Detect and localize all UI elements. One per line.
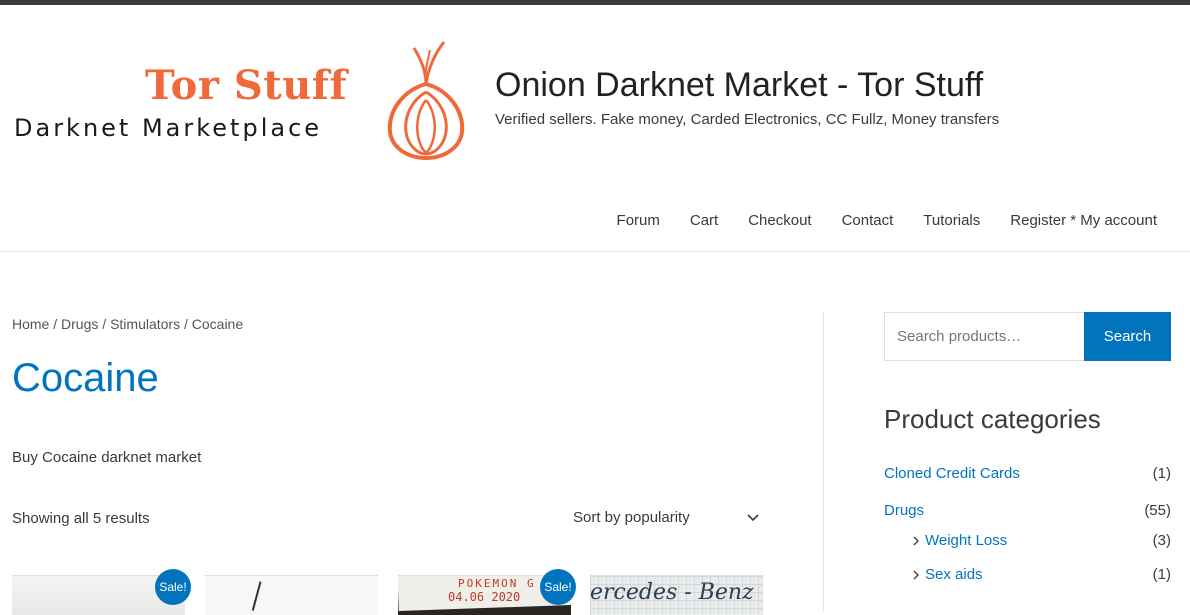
category-count: (3) [1152,532,1171,549]
category-link-drugs[interactable]: Drugs [884,502,924,519]
nav-register-my-account[interactable]: Register * My account [1010,212,1157,229]
category-link-sex-aids[interactable]: Sex aids [911,566,983,583]
category-item: Sex aids (1) [911,566,1171,583]
nav-contact[interactable]: Contact [842,212,894,229]
product-image-note: 04.06 2020 [448,590,521,604]
chevron-right-icon [913,536,919,545]
sidebar-divider [823,312,824,612]
product-card-image[interactable] [205,575,378,615]
breadcrumb-drugs[interactable]: Drugs [61,316,98,332]
chevron-down-icon [747,514,759,522]
nav-cart[interactable]: Cart [690,212,718,229]
product-card-image[interactable]: ercedes - Benz [590,575,763,615]
site-title[interactable]: Onion Darknet Market - Tor Stuff [495,66,983,105]
sort-select[interactable]: Sort by popularity [560,502,763,532]
nav-forum[interactable]: Forum [617,212,660,229]
category-item: Drugs (55) [884,502,1171,519]
top-bar [0,0,1190,5]
product-image-detail [251,581,299,615]
sort-selected-value: Sort by popularity [573,508,690,526]
product-image-note: ercedes - Benz [590,580,754,605]
logo-title: Tor Stuff [145,62,348,109]
site-logo[interactable]: Tor Stuff Darknet Marketplace [12,40,467,160]
breadcrumb-current: / Cocaine [180,316,244,332]
main-navigation: Forum Cart Checkout Contact Tutorials Re… [617,212,1157,229]
category-link-weight-loss[interactable]: Weight Loss [911,532,1007,549]
search-products-input[interactable] [884,312,1084,361]
breadcrumb-separator: / [98,316,111,332]
chevron-right-icon [913,570,919,579]
onion-logo-icon [387,41,465,160]
site-description: Verified sellers. Fake money, Carded Ele… [495,111,1000,128]
breadcrumb-stimulators[interactable]: Stimulators [110,316,180,332]
category-link-cloned-credit-cards[interactable]: Cloned Credit Cards [884,465,1020,482]
logo-subtitle: Darknet Marketplace [14,114,323,142]
category-count: (55) [1144,502,1171,519]
category-label: Sex aids [925,566,983,583]
breadcrumb-home[interactable]: Home [12,316,49,332]
search-button[interactable]: Search [1084,312,1171,361]
category-label: Weight Loss [925,532,1008,549]
category-description: Buy Cocaine darknet market [12,449,202,466]
page-title: Cocaine [12,356,159,400]
category-item: Weight Loss (3) [911,532,1171,549]
nav-checkout[interactable]: Checkout [748,212,811,229]
product-image-note: POKEMON G [458,577,536,590]
breadcrumb: Home / Drugs / Stimulators / Cocaine [12,316,243,332]
sale-badge: Sale! [155,569,191,605]
product-categories-title: Product categories [884,404,1101,434]
header-divider [0,251,1190,252]
result-count: Showing all 5 results [12,510,150,527]
sale-badge: Sale! [540,569,576,605]
category-count: (1) [1152,465,1171,482]
category-count: (1) [1152,566,1171,583]
breadcrumb-separator: / [49,316,62,332]
nav-tutorials[interactable]: Tutorials [923,212,980,229]
category-item: Cloned Credit Cards (1) [884,465,1171,482]
